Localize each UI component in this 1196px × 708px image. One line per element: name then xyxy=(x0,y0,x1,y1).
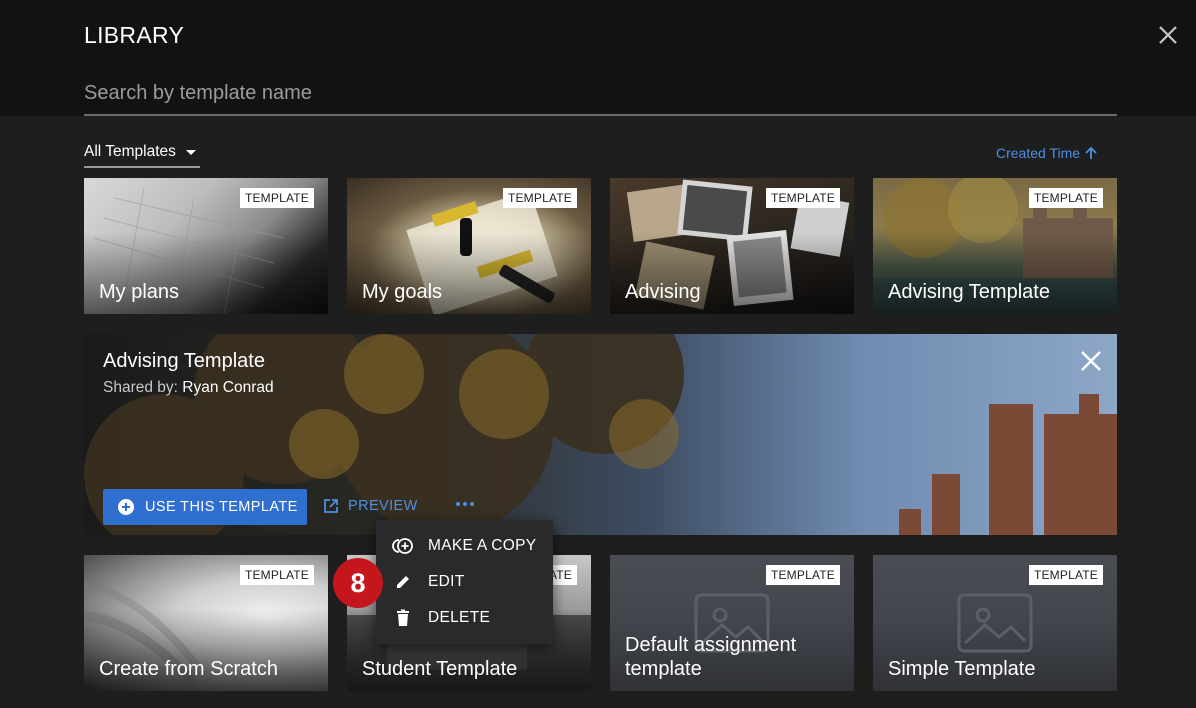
card-title: Simple Template xyxy=(888,658,1036,680)
card-title: My plans xyxy=(99,281,180,303)
image-placeholder-icon xyxy=(957,593,1033,653)
sort-button[interactable]: Created Time xyxy=(996,145,1098,161)
menu-item-delete[interactable]: DELETE xyxy=(376,600,553,636)
template-badge: TEMPLATE xyxy=(502,188,577,208)
menu-item-make-a-copy[interactable]: MAKE A COPY xyxy=(376,528,553,564)
sort-label: Created Time xyxy=(996,145,1081,161)
template-badge: TEMPLATE xyxy=(1028,188,1103,208)
template-options-menu: MAKE A COPY EDIT DELETE xyxy=(376,520,553,644)
card-title: My goals xyxy=(362,281,443,303)
preview-link[interactable]: PREVIEW xyxy=(322,497,418,515)
use-this-template-button[interactable]: USE THIS TEMPLATE xyxy=(103,489,307,525)
close-icon[interactable] xyxy=(1155,22,1181,48)
use-button-label: USE THIS TEMPLATE xyxy=(145,499,298,515)
caret-down-icon xyxy=(185,150,196,155)
card-title: Create from Scratch xyxy=(99,658,278,680)
menu-item-label: EDIT xyxy=(428,573,465,590)
search-input[interactable] xyxy=(84,72,1117,116)
card-title: Advising Template xyxy=(888,281,1050,303)
shared-by-name: Ryan Conrad xyxy=(182,379,274,396)
pencil-icon xyxy=(397,576,409,588)
template-badge: TEMPLATE xyxy=(239,188,314,208)
template-badge: TEMPLATE xyxy=(1028,565,1103,585)
card-title: Student Template xyxy=(362,658,518,680)
library-header: LIBRARY xyxy=(0,0,1196,116)
page-title: LIBRARY xyxy=(84,22,185,48)
template-card-simple-template[interactable]: TEMPLATE Simple Template xyxy=(873,555,1117,691)
template-detail-panel: Advising Template Shared by: Ryan Conrad… xyxy=(84,334,1117,535)
menu-item-edit[interactable]: EDIT xyxy=(376,564,553,600)
close-icon[interactable] xyxy=(1078,348,1104,374)
more-options-icon[interactable] xyxy=(456,502,474,506)
template-card-advising-template[interactable]: TEMPLATE Advising Template xyxy=(873,178,1117,314)
preview-label: PREVIEW xyxy=(348,498,418,514)
shared-by-text: Shared by: Ryan Conrad xyxy=(103,379,274,397)
card-title: Default assignment template xyxy=(625,634,797,680)
menu-item-label: MAKE A COPY xyxy=(428,537,537,554)
step-marker-badge: 8 xyxy=(333,558,383,608)
menu-item-label: DELETE xyxy=(428,609,491,626)
open-in-new-icon xyxy=(324,499,338,513)
filter-label: All Templates xyxy=(84,143,176,160)
template-badge: TEMPLATE xyxy=(239,565,314,585)
template-filter-dropdown[interactable]: All Templates xyxy=(84,140,200,168)
template-card-my-goals[interactable]: TEMPLATE My goals xyxy=(347,178,591,314)
plus-circle-icon xyxy=(118,499,134,515)
template-badge: TEMPLATE xyxy=(765,565,840,585)
arrow-up-icon xyxy=(1085,146,1097,159)
template-badge: TEMPLATE xyxy=(765,188,840,208)
detail-title: Advising Template xyxy=(103,350,265,372)
trash-icon xyxy=(397,609,409,626)
template-card-create-from-scratch[interactable]: TEMPLATE Create from Scratch xyxy=(84,555,328,691)
template-card-advising[interactable]: TEMPLATE Advising xyxy=(610,178,854,314)
card-title: Advising xyxy=(625,281,701,303)
shared-by-label: Shared by: xyxy=(103,379,178,396)
template-card-my-plans[interactable]: TEMPLATE My plans xyxy=(84,178,328,314)
template-card-default-assignment[interactable]: TEMPLATE Default assignment template xyxy=(610,555,854,691)
copy-plus-icon xyxy=(392,538,413,554)
